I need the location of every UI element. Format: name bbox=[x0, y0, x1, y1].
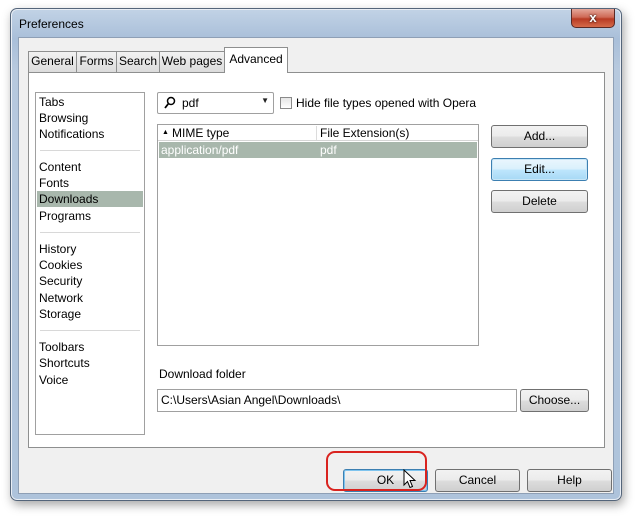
choose-button[interactable]: Choose... bbox=[520, 389, 589, 412]
cancel-button[interactable]: Cancel bbox=[435, 469, 520, 492]
column-header-mime-type[interactable]: MIME type bbox=[172, 126, 229, 140]
window-title: Preferences bbox=[19, 17, 84, 31]
close-icon: x bbox=[589, 10, 597, 25]
category-item-browsing[interactable]: Browsing bbox=[37, 110, 143, 126]
category-item-voice[interactable]: Voice bbox=[37, 372, 143, 388]
category-item-storage[interactable]: Storage bbox=[37, 306, 143, 322]
category-item-fonts[interactable]: Fonts bbox=[37, 175, 143, 191]
download-folder-label: Download folder bbox=[159, 367, 246, 381]
tab-advanced[interactable]: Advanced bbox=[224, 47, 288, 73]
file-type-filter-combo[interactable]: pdf ▼ bbox=[157, 92, 274, 114]
hide-file-types-label[interactable]: Hide file types opened with Opera bbox=[296, 96, 476, 110]
file-types-table[interactable]: ▲ MIME type File Extension(s) applicatio… bbox=[157, 124, 479, 346]
mouse-cursor-icon bbox=[403, 469, 417, 489]
category-item-notifications[interactable]: Notifications bbox=[37, 126, 143, 142]
tab-forms[interactable]: Forms bbox=[76, 51, 117, 72]
search-icon bbox=[164, 96, 176, 109]
category-item-toolbars[interactable]: Toolbars bbox=[37, 339, 143, 355]
sort-ascending-icon: ▲ bbox=[162, 129, 169, 136]
table-cell-extension: pdf bbox=[320, 143, 337, 157]
category-item-programs[interactable]: Programs bbox=[37, 208, 143, 224]
dialog-client-area: General Forms Search Web pages Advanced … bbox=[18, 37, 614, 494]
edit-button[interactable]: Edit... bbox=[491, 158, 588, 181]
category-separator bbox=[40, 150, 140, 151]
column-header-file-extensions[interactable]: File Extension(s) bbox=[320, 126, 409, 140]
add-button[interactable]: Add... bbox=[491, 125, 588, 148]
table-header: ▲ MIME type File Extension(s) bbox=[158, 125, 478, 141]
category-item-shortcuts[interactable]: Shortcuts bbox=[37, 355, 143, 371]
tab-web-pages[interactable]: Web pages bbox=[159, 51, 225, 72]
help-button[interactable]: Help bbox=[527, 469, 612, 492]
category-item-network[interactable]: Network bbox=[37, 290, 143, 306]
category-separator bbox=[40, 330, 140, 331]
table-row[interactable]: application/pdf pdf bbox=[159, 142, 477, 158]
category-item-content[interactable]: Content bbox=[37, 159, 143, 175]
category-separator bbox=[40, 232, 140, 233]
close-button[interactable]: x bbox=[571, 9, 615, 28]
advanced-panel: Tabs Browsing Notifications Content Font… bbox=[28, 72, 605, 448]
filter-value: pdf bbox=[182, 96, 199, 110]
column-divider[interactable] bbox=[316, 126, 317, 140]
preferences-dialog: Preferences x General Forms Search Web p… bbox=[10, 8, 622, 501]
category-item-security[interactable]: Security bbox=[37, 273, 143, 289]
table-cell-mime-type: application/pdf bbox=[161, 143, 239, 157]
category-item-downloads[interactable]: Downloads bbox=[37, 191, 143, 207]
delete-button[interactable]: Delete bbox=[491, 190, 588, 213]
tab-search[interactable]: Search bbox=[116, 51, 160, 72]
tab-general[interactable]: General bbox=[28, 51, 77, 72]
category-list[interactable]: Tabs Browsing Notifications Content Font… bbox=[35, 92, 145, 435]
category-item-tabs[interactable]: Tabs bbox=[37, 94, 143, 110]
category-item-cookies[interactable]: Cookies bbox=[37, 257, 143, 273]
dropdown-arrow-icon[interactable]: ▼ bbox=[261, 96, 269, 105]
category-item-history[interactable]: History bbox=[37, 241, 143, 257]
download-folder-input[interactable]: C:\Users\Asian Angel\Downloads\ bbox=[157, 389, 517, 412]
hide-file-types-checkbox[interactable] bbox=[280, 97, 292, 109]
